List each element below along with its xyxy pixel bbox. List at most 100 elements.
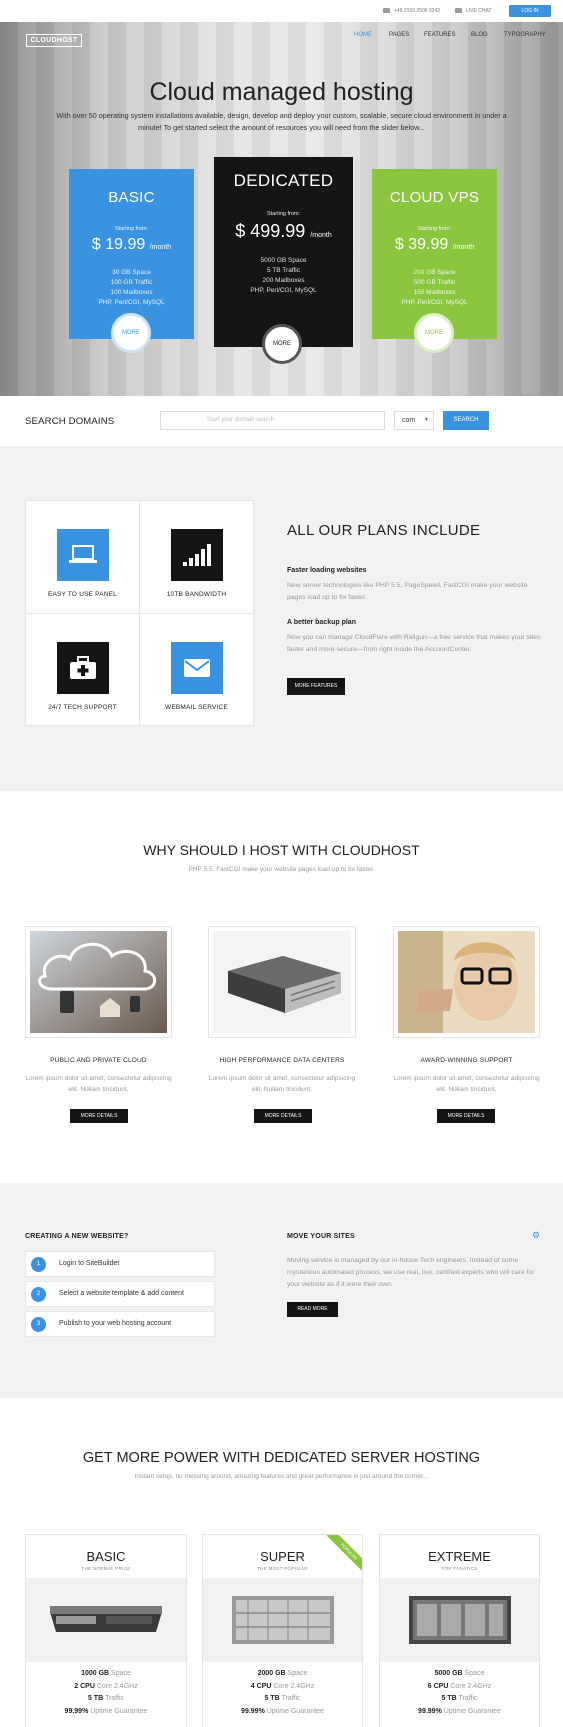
why-caption: HIGH PERFORMANCE DATA CENTERS bbox=[219, 1057, 345, 1064]
card-spec: 5 TB Traffic bbox=[87, 1695, 125, 1702]
first-aid-kit-icon bbox=[56, 642, 109, 694]
feature-heading: Faster loading websites bbox=[287, 567, 367, 574]
card-name: BASIC bbox=[86, 1549, 126, 1564]
logo[interactable]: CLOUDHOST bbox=[26, 34, 82, 47]
phone-icon bbox=[383, 8, 390, 14]
plan-name: BASIC bbox=[108, 189, 155, 206]
why-title: WHY SHOULD I HOST WITH CLOUDHOST bbox=[143, 842, 420, 858]
chevron-down-icon: ▼ bbox=[424, 417, 429, 423]
signal-bars-icon bbox=[170, 529, 223, 581]
plan-feature: 200 GB Space bbox=[413, 269, 456, 276]
nav-home[interactable]: HOME bbox=[354, 32, 372, 38]
envelope-icon bbox=[170, 642, 223, 694]
step-number: 1 bbox=[31, 1257, 46, 1272]
plan-card-dedicated: DEDICATED Starting from: $ 499.99 /month… bbox=[214, 157, 353, 347]
step-label: Select a website template & add content bbox=[59, 1290, 184, 1297]
read-more-button[interactable]: READ MORE bbox=[287, 1302, 338, 1317]
plans-include-title: ALL OUR PLANS INCLUDE bbox=[287, 522, 481, 539]
plan-more-button-basic[interactable]: MORE bbox=[111, 313, 151, 353]
feature-text: Now you can manage CloudFlare with Railg… bbox=[287, 634, 541, 653]
plan-starting-label: Starting from: bbox=[266, 211, 300, 217]
plan-starting-label: Starting from: bbox=[417, 226, 451, 232]
search-domains-title: SEARCH DOMAINS bbox=[25, 416, 115, 427]
login-button[interactable]: LOG IN bbox=[509, 5, 551, 17]
plan-feature: 5 TB Traffic bbox=[267, 267, 300, 274]
plan-more-button-cloud-vps[interactable]: MORE bbox=[414, 313, 454, 353]
card-tag: FOR FANATICS bbox=[441, 1566, 478, 1571]
nav-features[interactable]: FEATURES bbox=[424, 32, 456, 38]
feature-label: EASY TO USE PANEL bbox=[47, 591, 118, 598]
server-image bbox=[208, 926, 356, 1038]
plan-starting-label: Starting from: bbox=[114, 226, 148, 232]
live-chat-label: LIVE CHAT bbox=[466, 8, 492, 14]
why-text: Lorem ipsum dolor sit amet, consectetur … bbox=[208, 1075, 356, 1093]
why-text: Lorem ipsum dolor sit amet, consectetur … bbox=[393, 1075, 540, 1093]
feature-box: EASY TO USE PANEL bbox=[25, 500, 140, 614]
more-details-button[interactable]: MORE DETAILS bbox=[437, 1109, 495, 1123]
plan-feature: PHP, Perl/CGI, MySQL bbox=[250, 287, 317, 294]
phone-number: +48 0150 2506 0342 bbox=[394, 8, 441, 14]
step-number: 3 bbox=[31, 1317, 46, 1332]
step-item[interactable]: 2 Select a website template & add content bbox=[25, 1281, 215, 1307]
tld-select[interactable]: com ▼ bbox=[394, 411, 434, 430]
card-name: EXTREME bbox=[428, 1549, 491, 1564]
support-image bbox=[393, 926, 540, 1038]
hero-subtitle: With over 50 operating system installati… bbox=[56, 111, 507, 132]
card-spec: 4 CPU Core 2.4GHz bbox=[250, 1682, 315, 1690]
hero-title: Cloud managed hosting bbox=[149, 78, 414, 106]
card-spec: 99.99% Uptime Guarantee bbox=[241, 1707, 324, 1715]
search-button[interactable]: SEARCH bbox=[443, 411, 489, 430]
plan-more-button-dedicated[interactable]: MORE bbox=[262, 324, 302, 364]
plan-feature: PHP, Perl/CGI, MySQL bbox=[401, 299, 468, 306]
dedicated-title: GET MORE POWER WITH DEDICATED SERVER HOS… bbox=[82, 1450, 481, 1466]
plan-name: CLOUD VPS bbox=[389, 189, 480, 206]
laptop-icon bbox=[56, 529, 109, 581]
nav-typography[interactable]: TYPOGRAPHY bbox=[504, 32, 546, 38]
plan-feature: 100 GB Traffic bbox=[110, 279, 153, 286]
feature-label: 10TB BANDWIDTH bbox=[166, 591, 227, 598]
plan-price: $ 499.99 /month bbox=[235, 221, 332, 241]
step-number: 2 bbox=[31, 1287, 46, 1302]
server-card-extreme: EXTREME FOR FANATICS 5000 GB Space 6 CPU… bbox=[379, 1534, 540, 1727]
nav-pages[interactable]: PAGES bbox=[389, 32, 409, 38]
step-item[interactable]: 3 Publish to your web hosting account bbox=[25, 1311, 215, 1337]
plan-feature: 500 GB Traffic bbox=[413, 279, 456, 286]
plan-feature: 200 Mailboxes bbox=[262, 277, 305, 284]
feature-box: 24/7 TECH SUPPORT bbox=[25, 613, 140, 726]
phone-contact: +48 0150 2506 0342 bbox=[383, 8, 440, 14]
live-chat-link[interactable]: LIVE CHAT bbox=[455, 8, 491, 14]
why-caption: AWARD-WINNING SUPPORT bbox=[420, 1057, 513, 1064]
move-sites-text: Moving service is managed by our in-hous… bbox=[287, 1257, 535, 1288]
more-details-button[interactable]: MORE DETAILS bbox=[70, 1109, 128, 1123]
card-spec: 99.99% Uptime Guarantee bbox=[418, 1707, 501, 1715]
plan-price: $ 19.99 /month bbox=[91, 236, 172, 253]
nav-blog[interactable]: BLOG bbox=[471, 32, 488, 38]
domain-search-input[interactable]: Start your domain search bbox=[160, 411, 385, 430]
card-spec: 2 CPU Core 2.4GHz bbox=[74, 1682, 138, 1690]
plan-name: DEDICATED bbox=[233, 171, 334, 190]
card-spec: 1000 GB Space bbox=[81, 1670, 131, 1677]
more-details-button[interactable]: MORE DETAILS bbox=[254, 1109, 312, 1123]
step-label: Login to SiteBuilder bbox=[59, 1260, 120, 1267]
gears-icon: ⚙ bbox=[532, 1230, 541, 1240]
tld-value: com bbox=[402, 417, 416, 424]
plan-feature: PHP, Perl/CGI, MySQL bbox=[98, 299, 165, 306]
rack-server-image bbox=[380, 1578, 539, 1662]
move-sites-title: MOVE YOUR SITES bbox=[287, 1233, 355, 1240]
server-card-super: POPULAR SUPER THE MOST POPULAR 2000 GB S… bbox=[202, 1534, 363, 1727]
more-features-button[interactable]: MORE FEATURES bbox=[287, 678, 345, 695]
why-caption: PUBLIC AND PRIVATE CLOUD bbox=[50, 1057, 147, 1064]
server-card-basic: BASIC THE NORMAL PRICE 1000 GB Space 2 C… bbox=[25, 1534, 187, 1727]
feature-heading: A better backup plan bbox=[287, 619, 356, 626]
step-label: Publish to your web hosting account bbox=[59, 1320, 172, 1327]
rack-server-image bbox=[203, 1578, 362, 1662]
card-spec: 6 CPU Core 2.4GHz bbox=[427, 1682, 492, 1690]
feature-box: WEBMAIL SERVICE bbox=[139, 613, 254, 726]
card-name: SUPER bbox=[260, 1549, 305, 1564]
top-bar: +48 0150 2506 0342 LIVE CHAT LOG IN bbox=[0, 0, 563, 22]
feature-label: WEBMAIL SERVICE bbox=[165, 704, 228, 711]
dedicated-subtitle: Instant setup, no messing around, amazin… bbox=[134, 1473, 429, 1480]
card-spec: 5 TB Traffic bbox=[441, 1695, 478, 1702]
step-item[interactable]: 1 Login to SiteBuilder bbox=[25, 1251, 215, 1277]
why-subtitle: PHP 5.5, FastCGI make your website pages… bbox=[188, 866, 375, 873]
